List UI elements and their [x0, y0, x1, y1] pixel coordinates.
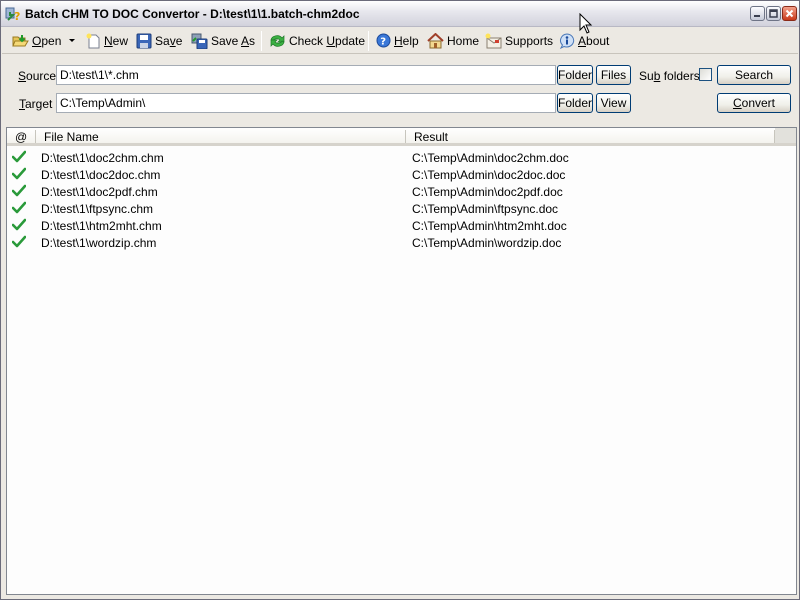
close-button[interactable]	[782, 6, 797, 21]
file-name-cell: D:\test\1\htm2mht.chm	[41, 219, 162, 233]
new-button[interactable]: New	[85, 30, 128, 51]
check-update-label: Check Update	[289, 33, 366, 48]
source-folder-button[interactable]: Folder	[557, 65, 593, 85]
refresh-icon	[270, 34, 285, 47]
table-row[interactable]: D:\test\1\doc2pdf.chm C:\Temp\Admin\doc2p…	[7, 183, 796, 200]
file-name-cell: D:\test\1\doc2pdf.chm	[41, 185, 158, 199]
new-document-icon	[86, 33, 100, 48]
help-icon: ?	[376, 33, 391, 48]
list-header: @ File Name Result	[7, 128, 796, 146]
table-row[interactable]: D:\test\1\wordzip.chm C:\Temp\Admin\wordz…	[7, 234, 796, 251]
table-row[interactable]: D:\test\1\ftpsync.chm C:\Temp\Admin\ftpsy…	[7, 200, 796, 217]
info-icon	[559, 32, 575, 49]
save-button[interactable]: Save	[136, 30, 182, 51]
save-as-button[interactable]: Save As	[191, 30, 255, 51]
target-label: Target	[19, 97, 53, 111]
window-title: Batch CHM TO DOC Convertor - D:\test\1\1…	[25, 7, 360, 21]
floppy-disk-icon	[136, 33, 152, 48]
table-row[interactable]: D:\test\1\htm2mht.chm C:\Temp\Admin\htm2m…	[7, 217, 796, 234]
header-filler	[775, 128, 796, 143]
file-name-cell: D:\test\1\doc2chm.chm	[41, 151, 164, 165]
svg-text:?: ?	[14, 10, 20, 22]
checkmark-icon	[12, 235, 26, 248]
column-header-status[interactable]: @	[15, 130, 27, 144]
supports-label: Supports	[505, 33, 554, 48]
result-cell: C:\Temp\Admin\wordzip.doc	[412, 236, 562, 250]
maximize-button[interactable]	[766, 6, 781, 21]
mail-icon	[485, 33, 502, 48]
help-label: Help	[394, 33, 419, 48]
home-label: Home	[447, 33, 480, 48]
help-button[interactable]: ? Help	[376, 30, 419, 51]
new-label: New	[104, 33, 129, 48]
source-input[interactable]	[56, 65, 556, 85]
folder-open-icon	[12, 34, 29, 46]
subfolders-checkbox[interactable]	[699, 68, 712, 81]
save-as-label: Save As	[211, 33, 256, 48]
open-label: Open	[32, 33, 62, 48]
column-header-file-name[interactable]: File Name	[44, 130, 99, 144]
home-button[interactable]: Home	[427, 30, 479, 51]
result-cell: C:\Temp\Admin\doc2pdf.doc	[412, 185, 563, 199]
title-bar[interactable]: ? Batch CHM TO DOC Convertor - D:\test\1…	[1, 1, 799, 27]
mouse-cursor-icon	[579, 13, 593, 34]
source-files-button[interactable]: Files	[596, 65, 631, 85]
convert-button[interactable]: Convert	[717, 93, 791, 113]
save-as-icon	[191, 33, 208, 49]
toolbar: Open New Save Save As Check Update ? Hel…	[2, 27, 798, 54]
minimize-button[interactable]	[750, 6, 765, 21]
result-cell: C:\Temp\Admin\htm2mht.doc	[412, 219, 567, 233]
result-cell: C:\Temp\Admin\doc2chm.doc	[412, 151, 569, 165]
check-update-button[interactable]: Check Update	[269, 30, 365, 51]
checkmark-icon	[12, 201, 26, 214]
target-view-button[interactable]: View	[596, 93, 631, 113]
supports-button[interactable]: Supports	[485, 30, 553, 51]
file-name-cell: D:\test\1\ftpsync.chm	[41, 202, 154, 216]
file-name-cell: D:\test\1\doc2doc.chm	[41, 168, 161, 182]
about-label: About	[578, 33, 610, 48]
home-icon	[427, 32, 444, 48]
open-button[interactable]: Open	[12, 30, 61, 51]
table-row[interactable]: D:\test\1\doc2doc.chm C:\Temp\Admin\doc2d…	[7, 166, 796, 183]
target-folder-button[interactable]: Folder	[557, 93, 593, 113]
column-divider[interactable]	[35, 130, 36, 143]
subfolders-label: Sub folders	[639, 69, 700, 83]
checkmark-icon	[12, 184, 26, 197]
search-button[interactable]: Search	[717, 65, 791, 85]
open-dropdown-button[interactable]	[68, 30, 79, 51]
result-cell: C:\Temp\Admin\doc2doc.doc	[412, 168, 566, 182]
column-divider[interactable]	[405, 130, 406, 143]
svg-text:?: ?	[380, 37, 386, 48]
target-input[interactable]	[56, 93, 556, 113]
app-icon: ?	[5, 6, 21, 23]
toolbar-separator	[368, 31, 369, 51]
file-list[interactable]: @ File Name Result D:\test\1\doc2chm.chm…	[6, 127, 797, 595]
result-cell: C:\Temp\Admin\ftpsync.doc	[412, 202, 559, 216]
file-name-cell: D:\test\1\wordzip.chm	[41, 236, 157, 250]
table-row[interactable]: D:\test\1\doc2chm.chm C:\Temp\Admin\doc2c…	[7, 149, 796, 166]
checkmark-icon	[12, 167, 26, 180]
checkmark-icon	[12, 150, 26, 163]
caret-down-icon	[69, 38, 75, 42]
checkmark-icon	[12, 218, 26, 231]
save-label: Save	[155, 33, 183, 48]
toolbar-separator	[261, 31, 262, 51]
source-label: Source	[18, 69, 57, 83]
column-header-result[interactable]: Result	[414, 130, 448, 144]
app-window: ? Batch CHM TO DOC Convertor - D:\test\1…	[0, 0, 800, 600]
conversion-settings-panel: Source Folder Files Sub folders Search T…	[2, 55, 798, 125]
